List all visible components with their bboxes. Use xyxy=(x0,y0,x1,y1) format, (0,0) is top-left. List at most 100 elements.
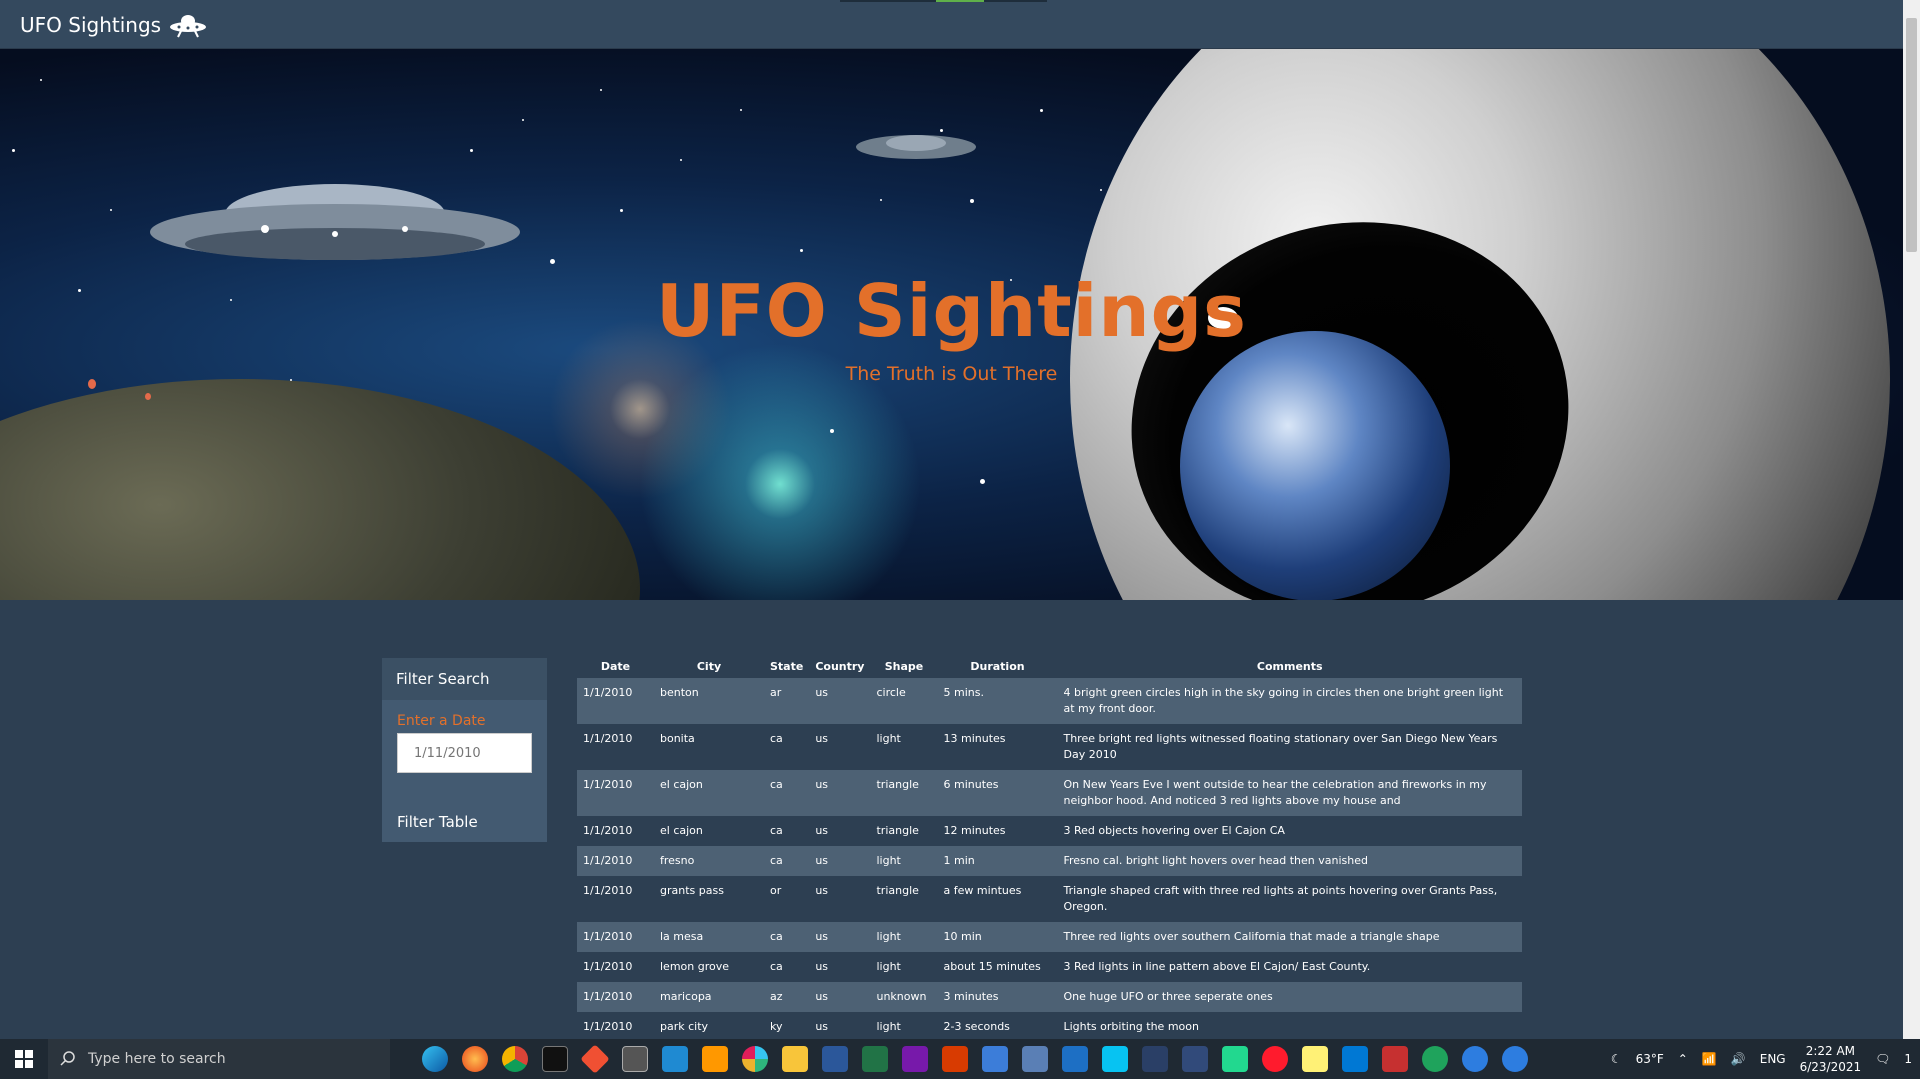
cell-state: ca xyxy=(764,770,810,816)
cell-comments: Lights orbiting the moon xyxy=(1063,1020,1199,1033)
taskbar: Type here to search ☾ 63°F ⌃ 📶 🔊 ENG 2:2… xyxy=(0,1039,1920,1079)
table-row: 1/1/2010 fresno ca us light 1 min Fresno… xyxy=(577,846,1522,876)
header-shape: Shape xyxy=(884,659,924,673)
table-row: 1/1/2010 grants pass or us triangle a fe… xyxy=(577,876,1522,922)
cell-city: la mesa xyxy=(654,922,764,952)
clock-date: 6/23/2021 xyxy=(1799,1060,1862,1074)
cell-shape: light xyxy=(876,960,901,973)
scrollbar-thumb[interactable] xyxy=(1906,18,1917,252)
hero-banner: UFO Sightings The Truth is Out There xyxy=(0,49,1903,600)
clock-time: 2:22 AM xyxy=(1805,1044,1856,1058)
filter-table-button[interactable]: Filter Table xyxy=(397,813,478,831)
sticky-notes-icon[interactable] xyxy=(1302,1046,1328,1072)
date-label: Enter a Date xyxy=(397,713,486,729)
cell-state: or xyxy=(770,884,782,897)
header-state: State xyxy=(770,659,804,673)
header-country: Country xyxy=(815,659,865,673)
cell-city: el cajon xyxy=(654,770,764,816)
edge-icon[interactable] xyxy=(422,1046,448,1072)
cell-duration: 2-3 seconds xyxy=(943,1020,1010,1033)
datagrip-icon[interactable] xyxy=(1222,1046,1248,1072)
cell-comments: 3 Red lights in line pattern above El Ca… xyxy=(1063,960,1371,973)
help-icon[interactable] xyxy=(1462,1046,1488,1072)
window-icon[interactable] xyxy=(622,1046,648,1072)
flying-saucer-image xyxy=(150,184,520,260)
git-icon[interactable] xyxy=(580,1044,610,1074)
app-icon[interactable] xyxy=(1422,1046,1448,1072)
firefox-icon[interactable] xyxy=(462,1046,488,1072)
app-icon[interactable] xyxy=(1182,1046,1208,1072)
language-indicator[interactable]: ENG xyxy=(1760,1052,1786,1066)
app-icon[interactable] xyxy=(1062,1046,1088,1072)
weather-icon: ☾ xyxy=(1610,1052,1622,1066)
network-icon[interactable]: 📶 xyxy=(1702,1052,1717,1066)
volume-icon[interactable]: 🔊 xyxy=(1731,1052,1746,1066)
filter-panel: Filter Search Enter a Date Filter Table xyxy=(382,658,547,842)
cell-shape: unknown xyxy=(870,982,938,1012)
cell-comments: On New Years Eve I went outside to hear … xyxy=(1057,770,1522,816)
terminal-icon[interactable] xyxy=(542,1046,568,1072)
table-row: 1/1/2010 bonita ca us light 13 minutes T… xyxy=(577,724,1522,770)
cell-shape: triangle xyxy=(876,824,919,837)
cell-shape: triangle xyxy=(876,884,919,897)
onenote-icon[interactable] xyxy=(902,1046,928,1072)
cell-comments: One huge UFO or three seperate ones xyxy=(1057,982,1522,1012)
header-date: Date xyxy=(600,659,631,673)
help-icon[interactable] xyxy=(1502,1046,1528,1072)
cell-comments: 3 Red objects hovering over El Cajon CA xyxy=(1063,824,1285,837)
remote-desktop-icon[interactable] xyxy=(982,1046,1008,1072)
page-scrollbar[interactable] xyxy=(1903,0,1920,1039)
cell-state: ca xyxy=(770,960,783,973)
brand-link[interactable]: UFO Sightings xyxy=(20,12,207,38)
cell-city: fresno xyxy=(654,846,764,876)
taskbar-search-box[interactable]: Type here to search xyxy=(48,1039,390,1079)
cell-duration: 12 minutes xyxy=(943,824,1006,837)
office-icon[interactable] xyxy=(942,1046,968,1072)
webstorm-icon[interactable] xyxy=(1102,1046,1128,1072)
chevron-up-icon[interactable]: ⌃ xyxy=(1678,1052,1688,1066)
word-icon[interactable] xyxy=(822,1046,848,1072)
clock[interactable]: 2:22 AM 6/23/2021 xyxy=(1800,1043,1862,1075)
app-icon[interactable] xyxy=(1382,1046,1408,1072)
cell-state: ca xyxy=(764,846,810,876)
windows-start-button[interactable] xyxy=(0,1039,48,1079)
app-icon[interactable] xyxy=(1142,1046,1168,1072)
cell-shape: light xyxy=(870,922,938,952)
chrome-icon[interactable] xyxy=(502,1046,528,1072)
navbar: UFO Sightings xyxy=(0,0,1903,49)
cell-city: park city xyxy=(660,1020,709,1033)
vscode-icon[interactable] xyxy=(662,1046,688,1072)
date-input[interactable] xyxy=(397,733,532,773)
cell-duration: 5 mins. xyxy=(937,678,1058,724)
cell-city: grants pass xyxy=(660,884,724,897)
slack-icon[interactable] xyxy=(742,1046,768,1072)
excel-icon[interactable] xyxy=(862,1046,888,1072)
cell-shape: light xyxy=(876,1020,901,1033)
cell-date: 1/1/2010 xyxy=(577,922,654,952)
cell-state: az xyxy=(764,982,810,1012)
loading-bar xyxy=(840,0,1047,2)
cell-country: us xyxy=(809,678,871,724)
app-icon[interactable] xyxy=(1022,1046,1048,1072)
cell-country: us xyxy=(809,846,871,876)
cell-comments: Triangle shaped craft with three red lig… xyxy=(1063,884,1498,913)
notification-icon[interactable]: 🗨 xyxy=(1875,1052,1890,1066)
cell-duration: 10 min xyxy=(937,922,1058,952)
table-row: 1/1/2010 park city ky us light 2-3 secon… xyxy=(577,1012,1522,1042)
search-placeholder: Type here to search xyxy=(88,1051,226,1067)
cell-date: 1/1/2010 xyxy=(583,884,633,897)
cell-comments: Three red lights over southern Californi… xyxy=(1057,922,1522,952)
cell-shape: triangle xyxy=(870,770,938,816)
weather-temp[interactable]: 63°F xyxy=(1636,1052,1664,1066)
opera-icon[interactable] xyxy=(1262,1046,1288,1072)
windows-logo-icon xyxy=(15,1050,33,1068)
cell-state: ar xyxy=(764,678,810,724)
sublime-icon[interactable] xyxy=(702,1046,728,1072)
photos-icon[interactable] xyxy=(1342,1046,1368,1072)
cell-date: 1/1/2010 xyxy=(577,770,654,816)
cell-shape: light xyxy=(876,732,901,745)
cell-duration: a few mintues xyxy=(943,884,1022,897)
cell-country: us xyxy=(815,884,829,897)
file-explorer-icon[interactable] xyxy=(782,1046,808,1072)
cell-city: maricopa xyxy=(654,982,764,1012)
